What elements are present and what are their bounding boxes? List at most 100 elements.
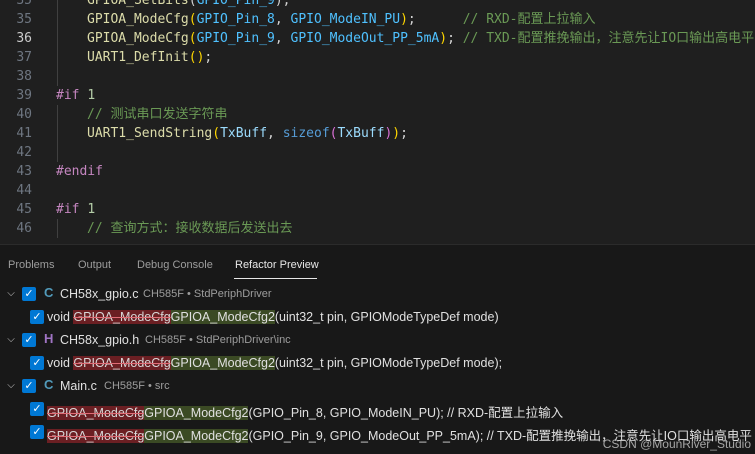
code-token: ) — [400, 12, 408, 27]
code-token: GPIO_Pin_9 — [196, 31, 275, 46]
indent-guide — [57, 0, 58, 10]
code-token: ) — [392, 126, 401, 141]
code-text[interactable]: GPIOA_ModeCfg(GPIO_Pin_9, GPIO_ModeOut_P… — [87, 29, 754, 48]
indent-guide — [57, 29, 58, 48]
code-line[interactable]: 35 GPIOA_ModeCfg(GPIO_Pin_8, GPIO_ModeIN… — [0, 10, 755, 29]
code-line[interactable]: 37 UART1_DefInit(); — [0, 48, 755, 67]
code-token: 1 — [87, 202, 96, 217]
code-token: #if — [56, 88, 88, 103]
checkbox-icon[interactable]: ✓ — [22, 379, 36, 393]
change-fragment: void — [47, 356, 74, 370]
file-path: CH585F • StdPeriphDriver — [143, 288, 272, 300]
c-file-icon: C — [44, 377, 54, 392]
tab-refactor-preview[interactable]: Refactor Preview — [235, 259, 319, 271]
code-text[interactable]: UART1_DefInit(); — [87, 48, 212, 67]
file-name: CH58x_gpio.h — [60, 333, 140, 347]
file-row-gpio-c[interactable]: ⌵ ✓ C CH58x_gpio.c CH585F • StdPeriphDri… — [0, 284, 755, 306]
code-line[interactable]: 39 #if 1 — [0, 86, 755, 105]
checkbox-icon[interactable]: ✓ — [30, 402, 44, 416]
tab-problems[interactable]: Problems — [8, 259, 54, 271]
code-token: GPIOA_ModeCfg — [87, 12, 189, 27]
code-line[interactable]: 45 #if 1 — [0, 200, 755, 219]
code-line[interactable]: 43 #endif — [0, 162, 755, 181]
code-text[interactable]: GPIOA_ModeCfg(GPIO_Pin_8, GPIO_ModeIN_PU… — [87, 10, 596, 29]
line-number: 40 — [16, 107, 32, 122]
change-fragment: (uint32_t pin, GPIOModeTypeDef mode); — [274, 356, 503, 370]
change-row[interactable]: ✓ GPIOA_ModeCfgGPIOA_ModeCfg2(GPIO_Pin_8… — [0, 399, 755, 421]
removed-text: GPIOA_ModeCfg — [47, 429, 145, 443]
code-text[interactable]: // 测试串口发送字符串 — [87, 105, 227, 124]
indent-guide — [57, 143, 58, 162]
code-text[interactable]: #endif — [56, 162, 103, 181]
change-row[interactable]: ✓ void GPIOA_ModeCfgGPIOA_ModeCfg2(uint3… — [0, 307, 755, 329]
indent-guide — [57, 219, 58, 238]
code-line[interactable]: 42 — [0, 143, 755, 162]
code-token: ( — [188, 31, 197, 46]
chevron-down-icon[interactable]: ⌵ — [4, 333, 18, 347]
code-text[interactable]: #if 1 — [56, 200, 95, 219]
code-text[interactable]: // 查询方式：接收数据后发送出去 — [87, 219, 292, 238]
watermark: CSDN @MounRiver_Studio — [602, 437, 751, 451]
checkbox-icon[interactable]: ✓ — [30, 425, 44, 439]
code-token: GPIO_ModeIN_PU — [290, 12, 401, 27]
code-token: sizeof — [282, 126, 330, 141]
code-token: ) — [439, 31, 448, 46]
change-fragment: (GPIO_Pin_8, GPIO_ModeIN_PU); // RXD-配置上… — [248, 406, 564, 420]
inserted-text: GPIOA_ModeCfg2 — [170, 356, 275, 370]
code-token: GPIO_ModeOut_PP_5mA — [290, 31, 440, 46]
code-line[interactable]: 40 // 测试串口发送字符串 — [0, 105, 755, 124]
change-text: GPIOA_ModeCfgGPIOA_ModeCfg2(GPIO_Pin_8, … — [47, 402, 563, 421]
file-name: Main.c — [60, 379, 97, 393]
chevron-down-icon[interactable]: ⌵ — [4, 379, 18, 393]
file-name: CH58x_gpio.c — [60, 287, 139, 301]
line-number: 37 — [16, 50, 32, 65]
code-text[interactable]: #if 1 — [56, 86, 95, 105]
code-line[interactable]: 41 UART1_SendString(TxBuff, sizeof(TxBuf… — [0, 124, 755, 143]
file-path: CH585F • StdPeriphDriver\inc — [145, 334, 291, 346]
checkbox-icon[interactable]: ✓ — [22, 333, 36, 347]
file-row-gpio-h[interactable]: ⌵ ✓ H CH58x_gpio.h CH585F • StdPeriphDri… — [0, 330, 755, 352]
code-line[interactable]: 35 GPIOA_SetBits(GPIO_Pin_9); — [0, 0, 755, 10]
change-row[interactable]: ✓ void GPIOA_ModeCfgGPIOA_ModeCfg2(uint3… — [0, 353, 755, 375]
line-number: 46 — [16, 221, 32, 236]
chevron-down-icon[interactable]: ⌵ — [4, 287, 18, 301]
code-token: ; — [407, 12, 463, 27]
tab-debug-console[interactable]: Debug Console — [137, 259, 213, 271]
line-number: 36 — [16, 31, 32, 46]
code-line[interactable]: 44 — [0, 181, 755, 200]
code-text[interactable]: GPIOA_SetBits(GPIO_Pin_9); — [87, 0, 298, 10]
change-text: void GPIOA_ModeCfgGPIOA_ModeCfg2(uint32_… — [47, 356, 502, 370]
checkbox-icon[interactable]: ✓ — [30, 310, 44, 324]
indent-guide — [57, 105, 58, 124]
line-number: 43 — [16, 164, 32, 179]
line-number: 38 — [16, 69, 32, 84]
code-token: 1 — [87, 88, 96, 103]
code-text[interactable]: UART1_SendString(TxBuff, sizeof(TxBuff))… — [87, 124, 408, 143]
checkbox-icon[interactable]: ✓ — [30, 356, 44, 370]
code-token: ( — [188, 12, 197, 27]
code-token: #if — [56, 202, 88, 217]
line-number: 39 — [16, 88, 32, 103]
inserted-text: GPIOA_ModeCfg2 — [144, 429, 249, 443]
code-token: // RXD-配置上拉输入 — [462, 12, 596, 27]
code-token: ; — [400, 126, 408, 141]
code-token: , — [274, 12, 291, 27]
code-token: ); — [274, 0, 299, 8]
code-token: UART1_SendString — [87, 126, 213, 141]
change-fragment: (uint32_t pin, GPIOModeTypeDef mode) — [274, 310, 499, 324]
code-token: // 查询方式：接收数据后发送出去 — [87, 221, 293, 236]
code-line[interactable]: 36 GPIOA_ModeCfg(GPIO_Pin_9, GPIO_ModeOu… — [0, 29, 755, 48]
code-line[interactable]: 46 // 查询方式：接收数据后发送出去 — [0, 219, 755, 238]
bottom-panel: Problems Output Debug Console Refactor P… — [0, 244, 755, 454]
change-fragment: void — [47, 310, 74, 324]
tab-output[interactable]: Output — [78, 259, 111, 271]
code-token: GPIO_Pin_8 — [196, 12, 275, 27]
code-editor[interactable]: 35 GPIOA_SetBits(GPIO_Pin_9); 35 GPIOA_M… — [0, 0, 755, 244]
code-token: UART1_DefInit — [87, 50, 189, 65]
code-line[interactable]: 38 — [0, 67, 755, 86]
file-row-main-c[interactable]: ⌵ ✓ C Main.c CH585F • src — [0, 376, 755, 398]
code-token: , — [274, 31, 291, 46]
removed-text: GPIOA_ModeCfg — [47, 406, 145, 420]
checkbox-icon[interactable]: ✓ — [22, 287, 36, 301]
code-token: #endif — [56, 164, 103, 179]
